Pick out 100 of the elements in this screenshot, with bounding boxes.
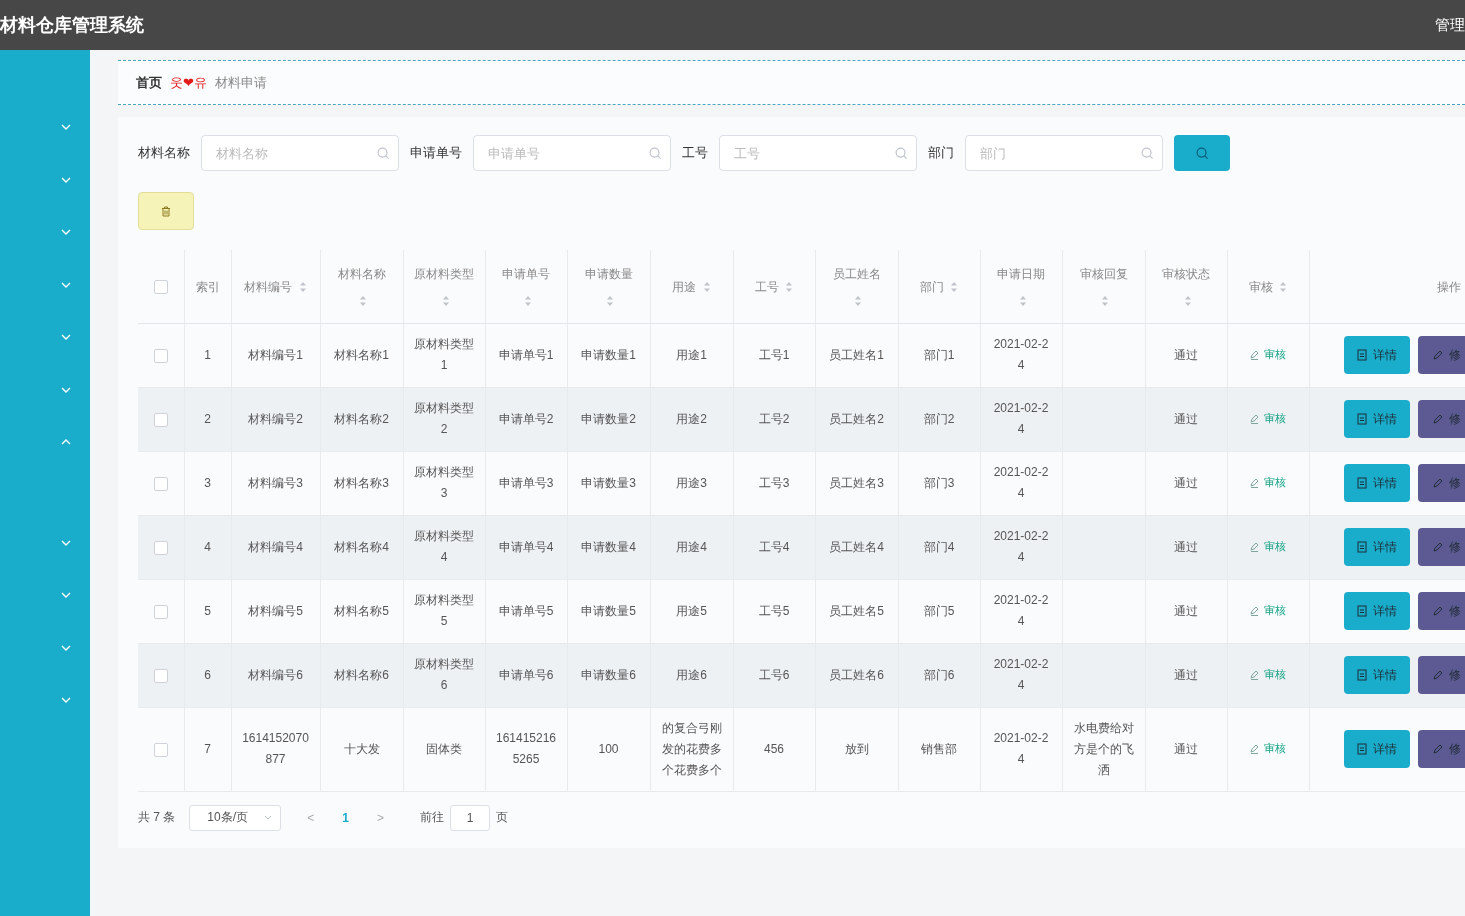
detail-button[interactable]: 详情 bbox=[1343, 730, 1410, 769]
sort-icon[interactable] bbox=[785, 280, 794, 293]
delete-button[interactable] bbox=[138, 192, 194, 230]
audit-link[interactable]: 审核 bbox=[1250, 344, 1286, 366]
sort-icon[interactable] bbox=[702, 280, 711, 293]
chevron-icon[interactable] bbox=[60, 123, 72, 132]
edit-button[interactable]: 修 bbox=[1417, 336, 1465, 375]
table-cell: 3 bbox=[204, 475, 211, 490]
detail-button[interactable]: 详情 bbox=[1343, 400, 1410, 439]
audit-link[interactable]: 审核 bbox=[1250, 738, 1286, 760]
table-cell: 部门1 bbox=[923, 347, 955, 362]
column-header[interactable]: 审核 bbox=[1248, 273, 1273, 300]
sort-icon[interactable] bbox=[1279, 280, 1288, 293]
detail-button[interactable]: 详情 bbox=[1343, 464, 1410, 503]
edit-button[interactable]: 修 bbox=[1417, 730, 1465, 769]
search-field[interactable]: 申请单号 bbox=[473, 135, 671, 171]
sort-icon[interactable] bbox=[1018, 294, 1027, 307]
column-header[interactable]: 材料编号 bbox=[244, 273, 293, 300]
sort-icon[interactable] bbox=[950, 280, 959, 293]
column-header[interactable]: 员工姓名 bbox=[832, 260, 881, 287]
sort-icon[interactable] bbox=[359, 294, 367, 307]
table-cell: 原材料类型4 bbox=[414, 529, 474, 565]
chevron-icon[interactable] bbox=[60, 228, 72, 237]
audit-link[interactable]: 审核 bbox=[1250, 664, 1286, 686]
search-field[interactable]: 部门 bbox=[965, 135, 1163, 171]
page-size-select[interactable]: 10条/页 bbox=[189, 804, 282, 831]
user-name[interactable]: 管理 bbox=[1435, 15, 1465, 35]
column-header[interactable]: 申请数量 bbox=[584, 260, 633, 287]
page-number[interactable]: 1 bbox=[342, 810, 350, 825]
sort-icon[interactable] bbox=[1101, 294, 1109, 307]
chevron-icon[interactable] bbox=[60, 385, 72, 394]
table-cell: 原材料类型1 bbox=[414, 337, 474, 373]
table-cell: 2 bbox=[204, 411, 211, 426]
table-cell: 材料名称4 bbox=[334, 539, 389, 554]
column-header[interactable]: 部门 bbox=[919, 273, 944, 300]
table-cell: 2021-02-24 bbox=[993, 593, 1049, 629]
column-header[interactable]: 审核状态 bbox=[1162, 260, 1210, 287]
chevron-icon[interactable] bbox=[60, 696, 72, 705]
table-cell: 2021-02-24 bbox=[993, 657, 1049, 693]
search-field[interactable]: 工号 bbox=[719, 135, 917, 171]
checkbox[interactable] bbox=[153, 348, 168, 363]
sort-icon[interactable] bbox=[606, 294, 614, 307]
edit-button[interactable]: 修 bbox=[1417, 464, 1465, 503]
chevron-icon[interactable] bbox=[60, 591, 72, 600]
checkbox[interactable] bbox=[153, 476, 168, 491]
chevron-icon[interactable] bbox=[60, 538, 72, 547]
checkbox[interactable] bbox=[153, 604, 168, 619]
chevron-icon[interactable] bbox=[60, 175, 72, 184]
sort-icon[interactable] bbox=[298, 280, 307, 293]
table-cell: 员工姓名6 bbox=[829, 667, 884, 682]
table-cell: 1614152165265 bbox=[495, 731, 557, 767]
checkbox[interactable] bbox=[153, 280, 168, 295]
checkbox[interactable] bbox=[153, 540, 168, 555]
edit-button[interactable]: 修 bbox=[1417, 656, 1465, 695]
checkbox[interactable] bbox=[153, 668, 168, 683]
chevron-icon[interactable] bbox=[60, 333, 72, 342]
audit-link[interactable]: 审核 bbox=[1250, 536, 1286, 558]
table-cell: 材料名称1 bbox=[334, 347, 389, 362]
column-header[interactable]: 工号 bbox=[754, 273, 779, 300]
column-header[interactable]: 审核回复 bbox=[1079, 260, 1128, 287]
sort-icon[interactable] bbox=[854, 294, 862, 307]
search-button[interactable] bbox=[1174, 135, 1230, 171]
table-cell: 工号4 bbox=[758, 539, 790, 554]
audit-link[interactable]: 审核 bbox=[1250, 600, 1286, 622]
detail-button[interactable]: 详情 bbox=[1343, 336, 1410, 375]
column-header[interactable]: 申请日期 bbox=[997, 260, 1045, 287]
detail-button[interactable]: 详情 bbox=[1343, 592, 1410, 631]
sort-icon[interactable] bbox=[523, 294, 532, 307]
table-cell: 申请单号2 bbox=[498, 411, 554, 426]
checkbox[interactable] bbox=[153, 412, 168, 427]
table-cell: 员工姓名2 bbox=[829, 411, 884, 426]
table-cell: 部门3 bbox=[923, 475, 955, 490]
chevron-icon[interactable] bbox=[60, 438, 72, 447]
chevron-icon[interactable] bbox=[60, 643, 72, 652]
table-cell: 员工姓名4 bbox=[829, 539, 884, 554]
table-cell: 申请单号5 bbox=[498, 603, 554, 618]
edit-button[interactable]: 修 bbox=[1417, 400, 1465, 439]
audit-link[interactable]: 审核 bbox=[1250, 472, 1286, 494]
sort-icon[interactable] bbox=[441, 294, 450, 307]
table-cell: 材料名称3 bbox=[334, 475, 389, 490]
sort-icon[interactable] bbox=[1183, 294, 1192, 307]
search-field[interactable]: 材料名称 bbox=[201, 135, 399, 171]
column-header[interactable]: 用途 bbox=[672, 273, 697, 300]
column-header[interactable]: 原材料类型 bbox=[414, 260, 474, 287]
next-page-button[interactable]: > bbox=[377, 810, 385, 825]
detail-button[interactable]: 详情 bbox=[1343, 656, 1410, 695]
page-input[interactable]: 1 bbox=[450, 804, 491, 831]
prev-page-button[interactable]: < bbox=[307, 810, 315, 825]
edit-button[interactable]: 修 bbox=[1417, 592, 1465, 631]
column-header[interactable]: 材料名称 bbox=[337, 260, 386, 287]
column-header[interactable]: 申请单号 bbox=[502, 260, 550, 287]
chevron-icon[interactable] bbox=[60, 280, 72, 289]
edit-button[interactable]: 修 bbox=[1417, 528, 1465, 567]
checkbox[interactable] bbox=[153, 742, 168, 757]
audit-link[interactable]: 审核 bbox=[1250, 408, 1286, 430]
breadcrumb-home[interactable]: 首页 bbox=[136, 73, 162, 92]
table-cell: 6 bbox=[204, 667, 211, 682]
app-title: 材料仓库管理系统 bbox=[0, 14, 144, 37]
search-icon bbox=[649, 147, 662, 160]
detail-button[interactable]: 详情 bbox=[1343, 528, 1410, 567]
